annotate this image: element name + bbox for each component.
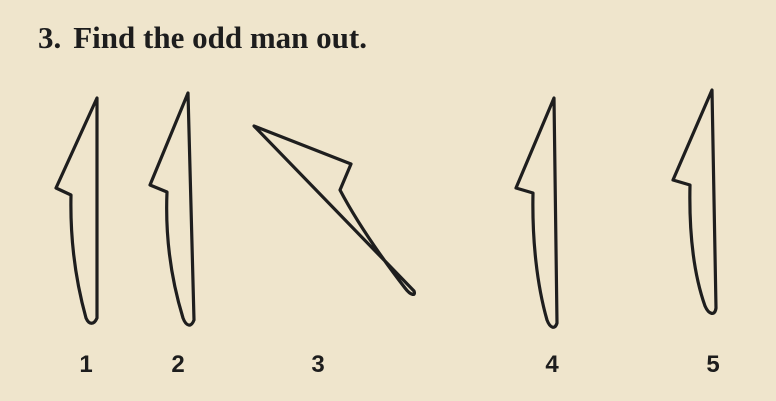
puzzle-page: 3. Find the odd man out. 1 2 3 4 5 — [0, 0, 776, 401]
figure-row — [54, 88, 718, 329]
figure-3-shape[interactable] — [252, 124, 417, 296]
option-label-4: 4 — [545, 351, 559, 378]
option-label-2: 2 — [171, 351, 185, 378]
figure-4-shape[interactable] — [514, 96, 559, 329]
option-label-5: 5 — [706, 351, 720, 378]
option-label-3: 3 — [311, 351, 325, 378]
figure-5-shape[interactable] — [671, 88, 718, 315]
option-label-1: 1 — [79, 351, 93, 378]
figure-2-shape[interactable] — [148, 91, 196, 327]
figure-1-shape[interactable] — [54, 96, 99, 325]
